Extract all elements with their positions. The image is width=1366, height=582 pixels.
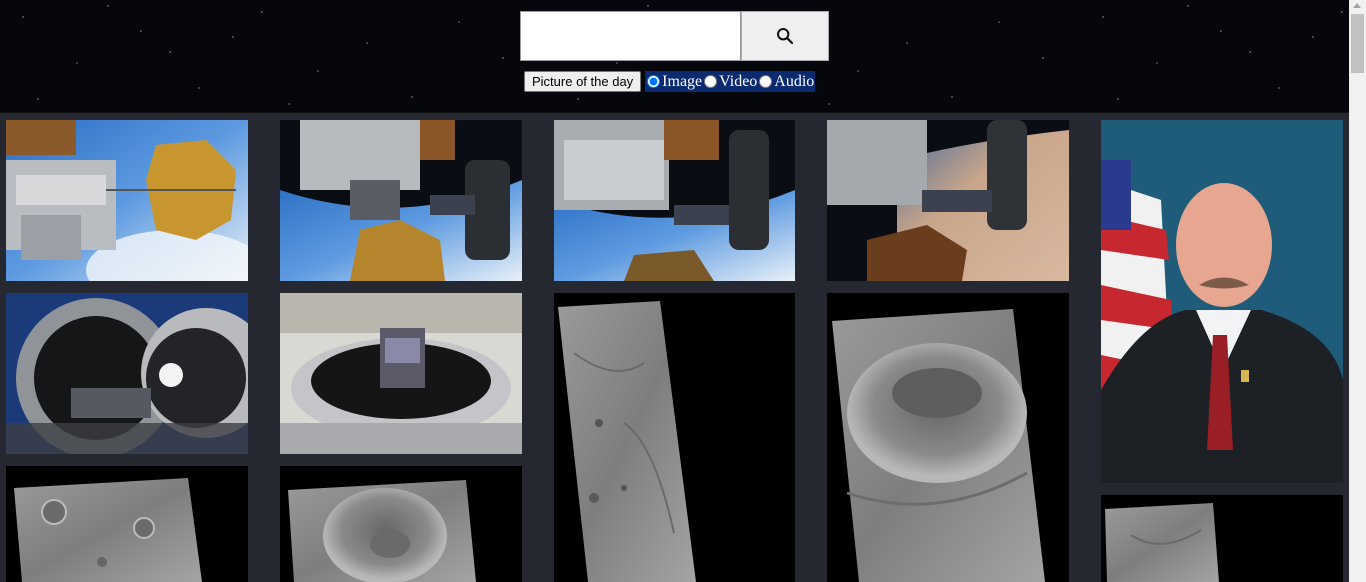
picture-of-the-day-button[interactable]: Picture of the day [524,71,642,92]
search-button[interactable] [741,11,829,61]
gallery-image-spacecraft-docking[interactable] [6,120,248,281]
media-option-audio[interactable]: Audio [757,73,814,91]
header-starfield: Picture of the day Image Video Audio [0,0,1349,113]
media-option-image[interactable]: Image [645,73,702,91]
media-radio-image[interactable] [647,75,661,88]
gallery-image-mars-surface-strip[interactable] [1101,495,1343,582]
media-controls: Picture of the day Image Video Audio [524,71,816,92]
gallery-image-mars-surface-strip[interactable] [554,293,795,582]
scrollbar-thumb[interactable] [1351,14,1364,73]
page-scrollbar[interactable] [1349,0,1366,582]
media-radio-video[interactable] [704,75,718,88]
gallery-image-official-portrait[interactable] [1101,120,1343,483]
gallery-image-spacecraft-docking-desert[interactable] [827,120,1069,281]
scroll-up-arrow-icon[interactable] [1353,3,1361,8]
gallery-image-thermal-vacuum-chamber[interactable] [6,293,248,454]
media-option-label: Image [662,72,703,90]
media-type-radio-group: Image Video Audio [645,71,816,92]
gallery-image-spacecraft-docking[interactable] [554,120,795,281]
gallery-image-mars-crater-strip[interactable] [280,466,522,582]
search-icon [777,28,794,45]
media-option-video[interactable]: Video [702,73,757,91]
media-radio-audio[interactable] [759,75,773,88]
gallery-image-spacecraft-docking[interactable] [280,120,522,281]
gallery-image-mars-craters-strip[interactable] [6,466,248,582]
gallery-image-thermal-vacuum-chamber[interactable] [280,293,522,454]
search-input[interactable] [520,11,741,61]
gallery-image-mars-crater-strip[interactable] [827,293,1069,582]
media-option-label: Video [719,72,758,90]
media-option-label: Audio [774,72,815,90]
